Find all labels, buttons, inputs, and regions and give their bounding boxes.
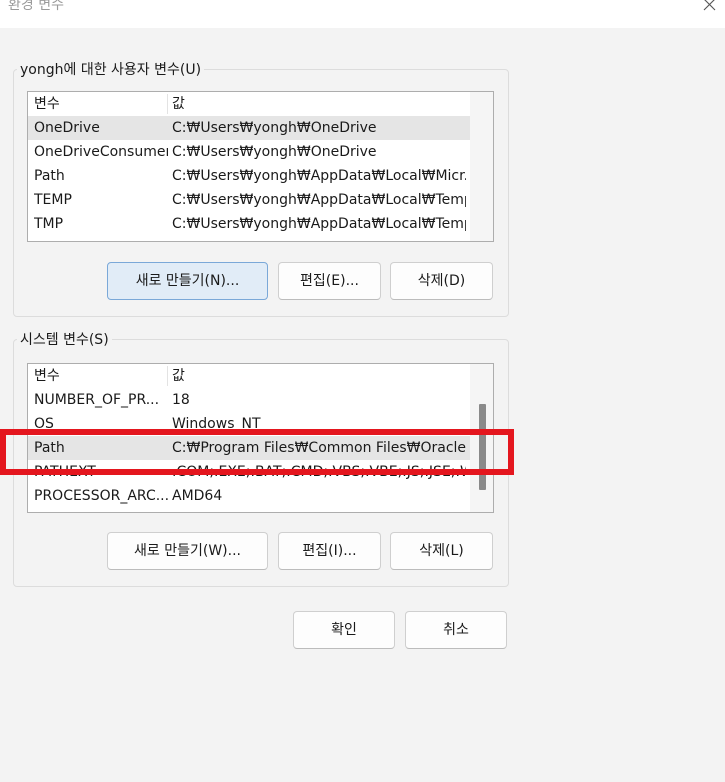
vertical-scrollbar[interactable] bbox=[470, 364, 493, 512]
variable-name-cell: OneDriveConsumer bbox=[34, 144, 168, 160]
system-delete-button[interactable]: 삭제(L) bbox=[390, 532, 493, 570]
variable-name-cell: Path bbox=[34, 168, 65, 184]
scroll-thumb[interactable] bbox=[479, 404, 486, 490]
table-row[interactable]: Path C:₩Program Files₩Common Files₩Oracle… bbox=[28, 436, 470, 460]
table-row[interactable]: Path C:₩Users₩yongh₩AppData₩Local₩Micr... bbox=[28, 164, 470, 188]
variable-value-cell: AMD64 bbox=[172, 488, 223, 504]
table-row[interactable]: PROCESSOR_ARC... AMD64 bbox=[28, 484, 470, 508]
table-row[interactable]: OS Windows_NT bbox=[28, 412, 470, 436]
variable-value-cell: .COM;.EXE;.BAT;.CMD;.VBS;.VBE;.JS;.JSE;.… bbox=[172, 464, 466, 480]
user-new-button[interactable]: 새로 만들기(N)... bbox=[107, 262, 268, 300]
variable-name-cell: PATHEXT bbox=[34, 464, 96, 480]
user-variables-label: yongh에 대한 사용자 변수(U) bbox=[17, 61, 205, 79]
vertical-scrollbar[interactable] bbox=[470, 92, 493, 241]
user-delete-button[interactable]: 삭제(D) bbox=[390, 262, 493, 300]
list-header: 변수 값 bbox=[28, 92, 470, 116]
variable-value-cell: C:₩Program Files₩Common Files₩Oracle... bbox=[172, 440, 466, 456]
variable-name-cell: PROCESSOR_ARC... bbox=[34, 488, 168, 504]
close-icon bbox=[694, 0, 724, 24]
column-header-variable[interactable]: 변수 bbox=[34, 92, 164, 116]
table-row[interactable]: OneDriveConsumer C:₩Users₩yongh₩OneDrive bbox=[28, 140, 470, 164]
variable-value-cell: C:₩Users₩yongh₩OneDrive bbox=[172, 120, 377, 136]
table-row[interactable]: TEMP C:₩Users₩yongh₩AppData₩Local₩Temp bbox=[28, 188, 470, 212]
table-row[interactable]: NUMBER_OF_PR... 18 bbox=[28, 388, 470, 412]
variable-value-cell: C:₩Users₩yongh₩AppData₩Local₩Micr... bbox=[172, 168, 466, 184]
variable-name-cell: Path bbox=[34, 440, 65, 456]
variable-value-cell: Windows_NT bbox=[172, 416, 261, 432]
close-button[interactable] bbox=[694, 0, 724, 24]
user-variables-list[interactable]: 변수 값 OneDrive C:₩Users₩yongh₩OneDrive OneD… bbox=[27, 91, 494, 242]
title-bar: 환경 변수 bbox=[0, 0, 725, 28]
table-row[interactable]: OneDrive C:₩Users₩yongh₩OneDrive bbox=[28, 116, 470, 140]
table-row[interactable]: PATHEXT .COM;.EXE;.BAT;.CMD;.VBS;.VBE;.JS… bbox=[28, 460, 470, 484]
variable-name-cell: TEMP bbox=[34, 192, 72, 208]
ok-button[interactable]: 확인 bbox=[293, 611, 395, 649]
system-variables-list[interactable]: 변수 값 NUMBER_OF_PR... 18 OS Windows_NT Path C:… bbox=[27, 363, 494, 513]
user-edit-button[interactable]: 편집(E)... bbox=[278, 262, 381, 300]
environment-variables-dialog: 환경 변수 yongh에 대한 사용자 변수(U) 변수 값 OneDrive C… bbox=[0, 0, 725, 782]
system-new-button[interactable]: 새로 만들기(W)... bbox=[107, 532, 268, 570]
variable-value-cell: 18 bbox=[172, 392, 190, 408]
variable-name-cell: OS bbox=[34, 416, 54, 432]
variable-name-cell: OneDrive bbox=[34, 120, 100, 136]
system-edit-button[interactable]: 편집(I)... bbox=[278, 532, 381, 570]
column-header-value[interactable]: 값 bbox=[172, 364, 462, 388]
cancel-button[interactable]: 취소 bbox=[405, 611, 507, 649]
variable-name-cell: NUMBER_OF_PR... bbox=[34, 392, 160, 408]
system-variables-label: 시스템 변수(S) bbox=[17, 331, 112, 349]
variable-name-cell: TMP bbox=[34, 216, 64, 232]
variable-value-cell: C:₩Users₩yongh₩OneDrive bbox=[172, 144, 377, 160]
window-title: 환경 변수 bbox=[8, 0, 64, 13]
list-header: 변수 값 bbox=[28, 364, 470, 388]
table-row[interactable]: TMP C:₩Users₩yongh₩AppData₩Local₩Temp bbox=[28, 212, 470, 236]
variable-value-cell: C:₩Users₩yongh₩AppData₩Local₩Temp bbox=[172, 216, 466, 232]
variable-value-cell: C:₩Users₩yongh₩AppData₩Local₩Temp bbox=[172, 192, 466, 208]
column-header-variable[interactable]: 변수 bbox=[34, 364, 164, 388]
column-header-value[interactable]: 값 bbox=[172, 92, 462, 116]
